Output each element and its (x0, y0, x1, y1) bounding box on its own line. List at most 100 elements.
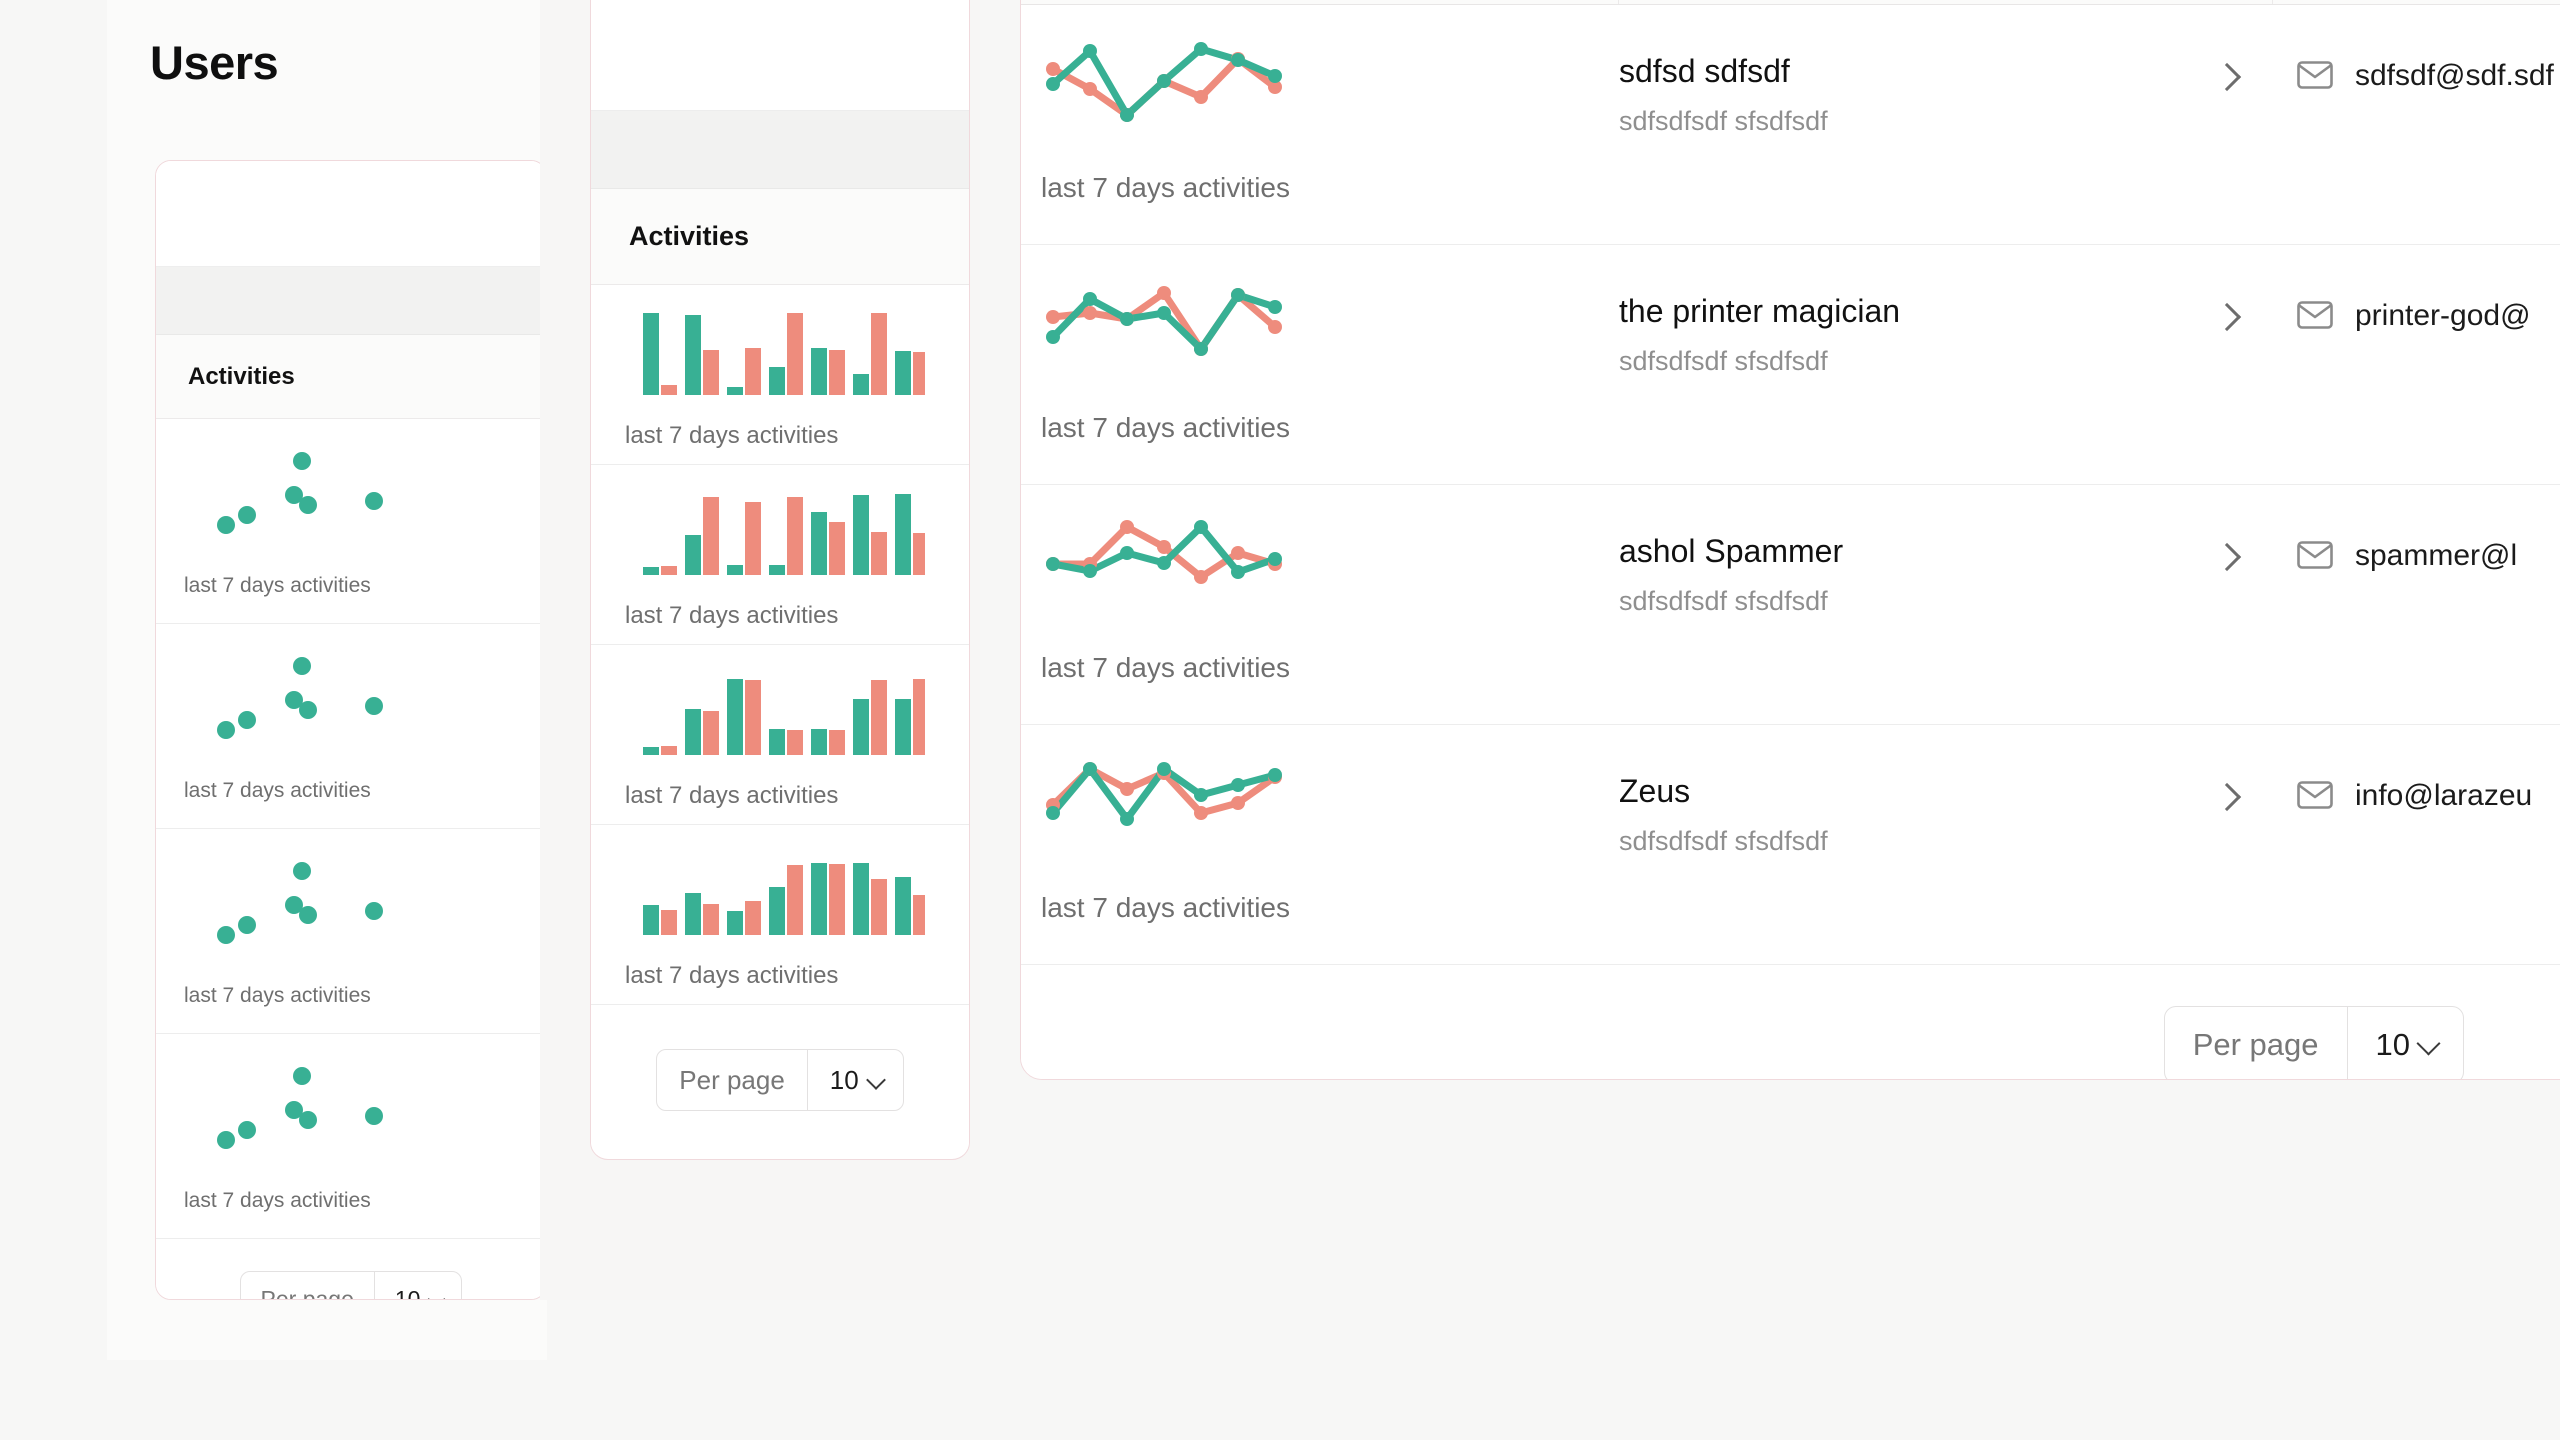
chevron-right-icon[interactable] (2212, 782, 2242, 812)
chart-caption: last 7 days activities (1041, 652, 1290, 683)
chevron-down-icon (865, 1070, 886, 1090)
chevron-right-icon[interactable] (2212, 62, 2242, 92)
users-card-small: Activities last 7 days activities last 7… (155, 160, 547, 1300)
chart-caption: last 7 days activities (1041, 412, 1290, 443)
table-row[interactable]: last 7 days activities ashol Spammer sdf… (1021, 485, 2560, 725)
user-email[interactable]: printer-god@ (2355, 301, 2531, 331)
pagination-bar-front: Per page 10 (1021, 965, 2560, 1079)
chevron-down-icon (2416, 1030, 2441, 1056)
table-row[interactable]: last 7 days activities Zeus sdfsdfsdf sf… (1021, 725, 2560, 965)
chart-caption: last 7 days activities (1041, 892, 1290, 923)
bar-chart (643, 679, 925, 755)
users-card-mid: Activities last 7 days activities last 7… (590, 0, 970, 1160)
pagination-bar-mid: Per page 10 (591, 1005, 969, 1155)
activities-cell: last 7 days activities (1021, 485, 1619, 724)
scatter-chart (217, 1067, 383, 1149)
activities-cell: last 7 days activities (591, 825, 969, 990)
name-cell: ashol Spammer sdfsdfsdf sfsdfsdf (1619, 485, 2273, 724)
users-panel-mid: Activities last 7 days activities last 7… (590, 0, 970, 1240)
user-subtitle: sdfsdfsdf sfsdfsdf (1619, 106, 1828, 136)
table-row[interactable]: last 7 days activities (591, 645, 969, 825)
line-chart (1046, 762, 1282, 826)
per-page-control[interactable]: Per page 10 (656, 1049, 904, 1111)
user-email[interactable]: spammer@l (2355, 541, 2517, 571)
per-page-value: 10 (829, 1064, 859, 1095)
mail-icon (2297, 541, 2333, 569)
column-header-activities (1021, 0, 1619, 4)
email-cell: sdfsdf@sdf.sdf (2273, 5, 2560, 244)
scatter-chart (217, 452, 383, 534)
mail-icon (2297, 301, 2333, 329)
chart-caption: last 7 days activities (184, 1189, 371, 1212)
activities-cell: last 7 days activities (156, 624, 546, 803)
email-cell: printer-god@ (2273, 245, 2560, 484)
pagination-bar-small: Per page 10 (156, 1239, 546, 1300)
column-header-activities: Activities (591, 189, 969, 285)
activities-cell: last 7 days activities (1021, 5, 1619, 244)
table-row[interactable]: last 7 days activities (591, 465, 969, 645)
chart-caption: last 7 days activities (184, 779, 371, 802)
mail-icon (2297, 61, 2333, 89)
per-page-control[interactable]: Per page 10 (239, 1271, 463, 1300)
activities-cell: last 7 days activities (156, 1034, 546, 1213)
user-name: ashol Spammer (1619, 533, 1844, 569)
table-row[interactable]: last 7 days activities the printer magic… (1021, 245, 2560, 485)
user-email[interactable]: sdfsdf@sdf.sdf (2355, 61, 2554, 91)
per-page-control[interactable]: Per page 10 (2163, 1006, 2464, 1079)
activities-cell: last 7 days activities (156, 829, 546, 1008)
users-panel-small: Users Activities last 7 days activities (150, 0, 547, 1360)
chart-caption: last 7 days activities (625, 782, 839, 809)
user-email[interactable]: info@larazeu (2355, 781, 2532, 811)
column-header-activities: Activities (156, 335, 546, 419)
per-page-label: Per page (2192, 1027, 2319, 1062)
toolbar-band (591, 111, 969, 189)
email-cell: info@larazeu (2273, 725, 2560, 964)
user-subtitle: sdfsdfsdf sfsdfsdf (1619, 586, 1828, 616)
per-page-value: 10 (2375, 1027, 2410, 1062)
line-chart (1046, 42, 1282, 122)
user-name: Zeus (1619, 773, 1691, 809)
per-page-value: 10 (394, 1285, 421, 1300)
activities-cell: last 7 days activities (1021, 245, 1619, 484)
column-header-name (1619, 0, 2273, 4)
toolbar-band (156, 267, 546, 335)
name-cell: the printer magician sdfsdfsdf sfsdfsdf (1619, 245, 2273, 484)
user-subtitle: sdfsdfsdf sfsdfsdf (1619, 346, 1828, 376)
line-chart (1046, 286, 1282, 356)
chart-caption: last 7 days activities (625, 422, 839, 449)
name-cell: sdfsd sdfsdf sdfsdfsdf sfsdfsdf (1619, 5, 2273, 244)
table-row[interactable]: last 7 days activities sdfsd sdfsdf sdfs… (1021, 5, 2560, 245)
email-cell: spammer@l (2273, 485, 2560, 724)
table-row[interactable]: last 7 days activities (156, 624, 546, 829)
line-chart (1046, 520, 1282, 584)
user-name: the printer magician (1619, 293, 1901, 329)
chart-caption: last 7 days activities (625, 962, 839, 989)
table-row[interactable]: last 7 days activities (591, 285, 969, 465)
chevron-down-icon (427, 1289, 447, 1299)
chart-caption: last 7 days activities (625, 602, 839, 629)
chart-caption: last 7 days activities (184, 574, 371, 597)
table-row[interactable]: last 7 days activities (591, 825, 969, 1005)
activities-cell: last 7 days activities (591, 645, 969, 810)
filters-band (156, 161, 546, 267)
column-header-activities-label: Activities (188, 362, 295, 390)
search-band (591, 0, 969, 111)
mail-icon (2297, 781, 2333, 809)
user-name: sdfsd sdfsdf (1619, 53, 1790, 89)
table-row[interactable]: last 7 days activities (156, 829, 546, 1034)
chevron-right-icon[interactable] (2212, 302, 2242, 332)
per-page-label: Per page (679, 1064, 785, 1095)
per-page-value-wrap[interactable]: 10 (2346, 1007, 2463, 1079)
bar-chart (643, 313, 925, 395)
table-row[interactable]: last 7 days activities (156, 419, 546, 624)
table-row[interactable]: last 7 days activities (156, 1034, 546, 1239)
chevron-right-icon[interactable] (2212, 542, 2242, 572)
bar-chart (643, 863, 925, 935)
column-header-activities-label: Activities (629, 221, 750, 251)
bar-chart (643, 494, 925, 575)
activities-cell: last 7 days activities (156, 419, 546, 598)
per-page-value-wrap[interactable]: 10 (806, 1050, 903, 1110)
activities-cell: last 7 days activities (1021, 725, 1619, 964)
chart-caption: last 7 days activities (184, 984, 371, 1007)
per-page-value-wrap[interactable]: 10 (373, 1272, 462, 1300)
